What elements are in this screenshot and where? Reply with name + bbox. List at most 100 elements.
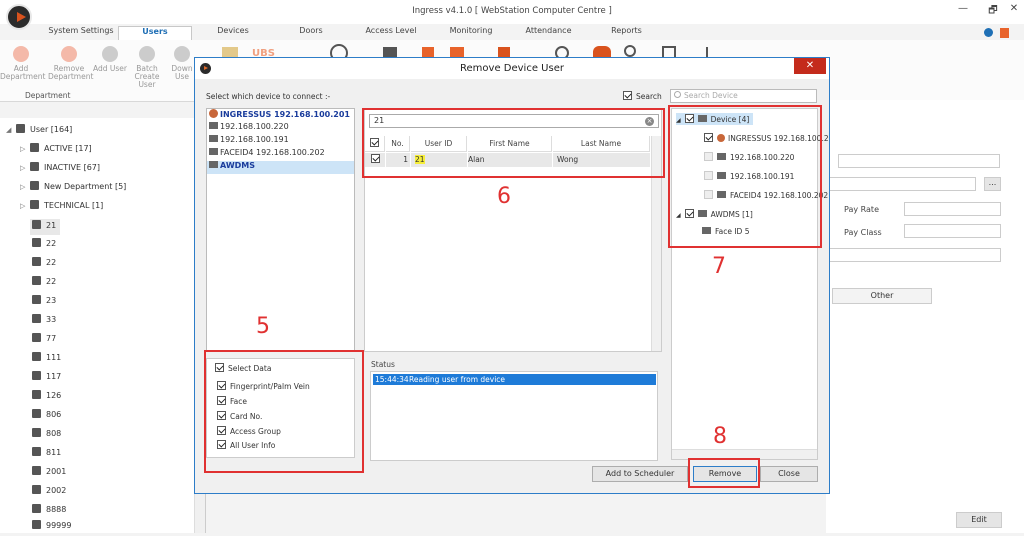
search-toggle[interactable]: Search bbox=[623, 91, 662, 101]
pay-class-select[interactable] bbox=[904, 224, 1001, 238]
grid-scrollbar[interactable] bbox=[651, 136, 661, 351]
tree-user[interactable]: 22 bbox=[32, 238, 56, 254]
tree-user[interactable]: 22 bbox=[32, 276, 56, 292]
office-icon[interactable] bbox=[1000, 28, 1009, 38]
tab-devices[interactable]: Devices bbox=[208, 26, 258, 40]
tree-device[interactable]: FACEID4 192.168.100.202 bbox=[704, 190, 828, 200]
device-item[interactable]: 192.168.100.220 bbox=[207, 122, 354, 135]
detail-field[interactable] bbox=[826, 177, 976, 191]
tree-group-new-department[interactable]: ▷ New Department [5] bbox=[20, 181, 126, 197]
column-user-id[interactable]: User ID bbox=[411, 136, 467, 152]
add-user-button[interactable]: Add User bbox=[92, 44, 128, 73]
help-icon[interactable] bbox=[984, 28, 993, 37]
download-user-button[interactable]: Down Use bbox=[168, 44, 196, 81]
column-first-name[interactable]: First Name bbox=[468, 136, 552, 152]
user-icon bbox=[32, 257, 41, 266]
close-button[interactable]: Close bbox=[760, 466, 818, 482]
device-list: INGRESSUS 192.168.100.201 192.168.100.22… bbox=[206, 108, 355, 352]
browse-button[interactable]: ... bbox=[984, 177, 1001, 191]
tree-user[interactable]: 2001 bbox=[32, 466, 66, 482]
tree-device-root[interactable]: ◢ Device [4] bbox=[676, 113, 754, 125]
tree-user[interactable]: 23 bbox=[32, 295, 56, 311]
status-entry[interactable]: 15:44:34Reading user from device bbox=[373, 374, 656, 385]
tree-user[interactable]: 8888 bbox=[32, 504, 66, 520]
cell-last-name: Wong bbox=[553, 153, 650, 167]
option-all-user-info[interactable]: All User Info bbox=[217, 440, 275, 450]
cell-user-id: 21 bbox=[411, 153, 467, 167]
select-data-toggle[interactable]: Select Data bbox=[215, 363, 271, 373]
tree-group-technical[interactable]: ▷ TECHNICAL [1] bbox=[20, 200, 103, 216]
batch-create-user-button[interactable]: Batch Create User bbox=[126, 44, 168, 89]
tree-user[interactable]: 808 bbox=[32, 428, 61, 444]
user-icon bbox=[32, 295, 41, 304]
tree-awdms-face-id[interactable]: Face ID 5 bbox=[702, 227, 750, 236]
tree-user[interactable]: 22 bbox=[32, 257, 56, 273]
tree-group-inactive[interactable]: ▷ INACTIVE [67] bbox=[20, 162, 100, 178]
tab-doors[interactable]: Doors bbox=[291, 26, 331, 40]
grid-search-input[interactable]: 21 × bbox=[369, 114, 659, 128]
header-select-all[interactable] bbox=[365, 136, 385, 152]
add-to-scheduler-button[interactable]: Add to Scheduler bbox=[592, 466, 688, 482]
tree-user[interactable]: 77 bbox=[32, 333, 56, 349]
option-fingerprint[interactable]: Fingerprint/Palm Vein bbox=[217, 381, 310, 391]
tree-user[interactable]: 2002 bbox=[32, 485, 66, 501]
search-icon bbox=[674, 91, 681, 98]
minimize-button[interactable]: — bbox=[955, 3, 971, 17]
column-last-name[interactable]: Last Name bbox=[553, 136, 650, 152]
row-checkbox[interactable] bbox=[365, 153, 385, 167]
select-data-checkbox[interactable] bbox=[215, 363, 224, 372]
tree-user[interactable]: 126 bbox=[32, 390, 61, 406]
clear-icon[interactable]: × bbox=[645, 117, 654, 126]
device-item-awdms[interactable]: AWDMS bbox=[207, 161, 354, 174]
dialog-close-button[interactable]: ✕ bbox=[794, 58, 826, 74]
tab-access-level[interactable]: Access Level bbox=[361, 26, 421, 40]
tree-group-active[interactable]: ▷ ACTIVE [17] bbox=[20, 143, 92, 159]
search-checkbox[interactable] bbox=[623, 91, 632, 100]
tree-awdms-root[interactable]: ◢ AWDMS [1] bbox=[676, 209, 753, 219]
tab-other[interactable]: Other bbox=[832, 288, 932, 304]
tree-h-scrollbar[interactable] bbox=[672, 449, 817, 459]
tree-user-21[interactable]: 21 bbox=[30, 219, 61, 235]
device-item[interactable]: FACEID4 192.168.100.202 bbox=[207, 148, 354, 161]
tree-device[interactable]: 192.168.100.220 bbox=[704, 152, 794, 162]
device-item[interactable]: 192.168.100.191 bbox=[207, 135, 354, 148]
remove-device-user-dialog: Remove Device User ✕ Select which device… bbox=[194, 57, 830, 494]
device-icon bbox=[717, 172, 726, 179]
restore-button[interactable]: 🗗 bbox=[985, 3, 1001, 17]
tree-device[interactable]: 192.168.100.191 bbox=[704, 171, 794, 181]
tree-device-ingressus[interactable]: INGRESSUS 192.168.100.2 bbox=[704, 133, 829, 143]
tree-root-user[interactable]: ◢ User [164] bbox=[6, 124, 72, 140]
device-item-ingressus[interactable]: INGRESSUS 192.168.100.201 bbox=[207, 109, 354, 122]
user-icon bbox=[32, 466, 41, 475]
tree-user[interactable]: 811 bbox=[32, 447, 61, 463]
remove-department-button[interactable]: Remove Department bbox=[48, 44, 93, 81]
tab-system-settings[interactable]: System Settings bbox=[46, 26, 116, 40]
tab-users[interactable]: Users bbox=[118, 26, 192, 40]
app-title: Ingress v4.1.0 [ WebStation Computer Cen… bbox=[412, 6, 612, 16]
option-face[interactable]: Face bbox=[217, 396, 247, 406]
edit-button[interactable]: Edit bbox=[956, 512, 1002, 528]
add-department-button[interactable]: Add Department bbox=[0, 44, 45, 81]
device-icon bbox=[717, 191, 726, 198]
option-card-no[interactable]: Card No. bbox=[217, 411, 262, 421]
search-user-icon[interactable] bbox=[624, 45, 636, 57]
tree-user[interactable]: 806 bbox=[32, 409, 61, 425]
pay-rate-field[interactable] bbox=[904, 202, 1001, 216]
column-no[interactable]: No. bbox=[386, 136, 410, 152]
search-device-input[interactable]: Search Device bbox=[670, 89, 817, 103]
option-access-group[interactable]: Access Group bbox=[217, 426, 281, 436]
dialog-title: Remove Device User ✕ bbox=[195, 58, 829, 79]
detail-field[interactable] bbox=[826, 248, 1001, 262]
tree-user[interactable]: 117 bbox=[32, 371, 61, 387]
window-close-button[interactable]: ✕ bbox=[1006, 3, 1022, 17]
tree-user[interactable]: 111 bbox=[32, 352, 61, 368]
device-icon bbox=[209, 161, 218, 168]
detail-field[interactable] bbox=[838, 154, 1000, 168]
tab-attendance[interactable]: Attendance bbox=[521, 26, 576, 40]
tab-reports[interactable]: Reports bbox=[604, 26, 649, 40]
tab-monitoring[interactable]: Monitoring bbox=[441, 26, 501, 40]
tree-user[interactable]: 33 bbox=[32, 314, 56, 330]
remove-button[interactable]: Remove bbox=[693, 466, 757, 482]
tree-user[interactable]: 99999 bbox=[32, 520, 71, 536]
download-icon bbox=[174, 46, 190, 62]
